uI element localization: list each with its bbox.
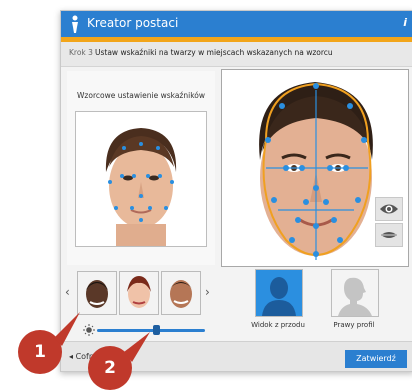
annotation-pointers	[54, 312, 150, 362]
